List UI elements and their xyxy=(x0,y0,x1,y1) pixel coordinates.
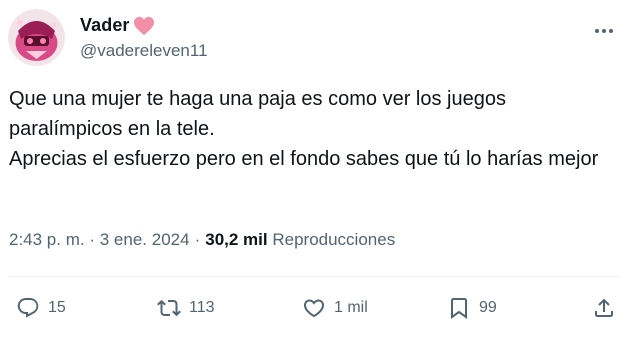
author-handle[interactable]: @vadereleven11 xyxy=(80,41,208,61)
share-icon xyxy=(595,298,613,317)
tweet-timestamp[interactable]: 2:43 p. m. · 3 ene. 2024 xyxy=(9,230,190,249)
reply-count: 15 xyxy=(48,299,66,316)
tweet-date: 3 ene. 2024 xyxy=(99,230,190,249)
meta-separator: · xyxy=(194,230,201,249)
display-name-row[interactable]: Vader xyxy=(80,13,208,37)
tweet-meta: 2:43 p. m. · 3 ene. 2024 · 30,2 mil Reprod… xyxy=(9,230,395,250)
avatar-image xyxy=(8,9,65,66)
share-button[interactable] xyxy=(592,290,616,326)
retweet-count: 113 xyxy=(189,299,215,316)
reply-icon xyxy=(17,298,39,318)
display-name[interactable]: Vader xyxy=(80,15,130,36)
like-button[interactable]: 1 mil xyxy=(302,290,368,326)
views-count: 30,2 mil xyxy=(205,230,268,249)
bookmark-icon xyxy=(451,298,467,319)
tweet-line-1: Que una mujer te haga una paja es como v… xyxy=(9,88,506,140)
tweet-text: Que una mujer te haga una paja es como v… xyxy=(9,84,619,174)
views-label: Reproducciones xyxy=(272,230,396,249)
like-count: 1 mil xyxy=(334,299,368,316)
time-date-separator: · xyxy=(89,230,96,249)
retweet-button[interactable]: 113 xyxy=(157,290,215,326)
tweet-actions: 15 113 1 mil 99 xyxy=(0,290,630,326)
pink-heart-icon xyxy=(133,16,154,35)
more-dots-icon xyxy=(595,29,613,33)
heart-outline-icon xyxy=(303,299,325,318)
tweet-time: 2:43 p. m. xyxy=(9,230,85,249)
more-options-button[interactable] xyxy=(590,17,618,45)
reply-button[interactable]: 15 xyxy=(16,290,66,326)
author-names: Vader @vadereleven11 xyxy=(80,13,208,61)
tweet-line-2: Aprecias el esfuerzo pero en el fondo sa… xyxy=(9,148,599,170)
bookmark-count: 99 xyxy=(479,299,497,316)
retweet-icon xyxy=(157,299,181,317)
tweet-header: Vader @vadereleven11 xyxy=(8,9,622,67)
avatar[interactable] xyxy=(8,9,65,66)
bookmark-button[interactable]: 99 xyxy=(447,290,497,326)
divider xyxy=(9,276,621,277)
